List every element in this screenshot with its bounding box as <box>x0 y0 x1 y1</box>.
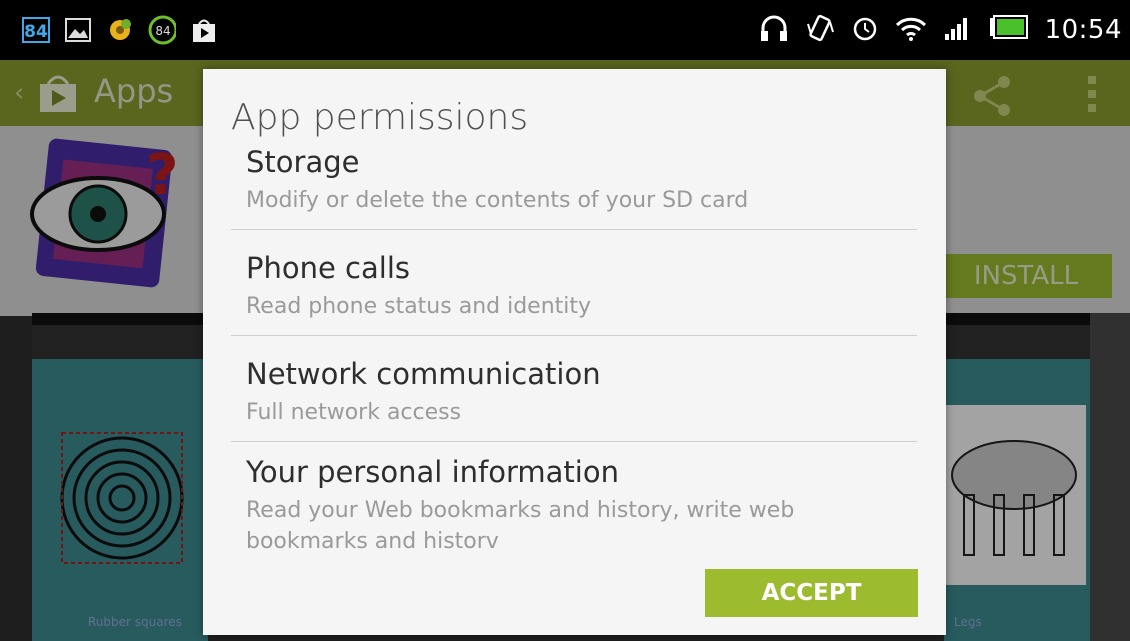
divider <box>231 441 917 442</box>
download-icon: 84 <box>148 15 176 45</box>
battery-icon <box>989 15 1029 45</box>
permission-name: Your personal information <box>246 455 619 489</box>
accept-button[interactable]: ACCEPT <box>705 569 918 617</box>
signal-icon <box>943 14 973 46</box>
clock: 10:54 <box>1044 15 1122 45</box>
alarm-icon <box>851 14 879 46</box>
app-permissions-dialog: App permissions Storage Modify or delete… <box>203 69 946 635</box>
permission-item-storage: Storage Modify or delete the contents of… <box>231 145 917 216</box>
permission-item-network: Network communication Full network acces… <box>231 357 917 428</box>
gear-icon <box>106 17 134 43</box>
dialog-title: App permissions <box>231 97 529 138</box>
permission-description: Modify or delete the contents of your SD… <box>246 188 749 213</box>
permission-description: Read phone status and identity <box>246 294 592 319</box>
svg-text:84: 84 <box>155 24 170 38</box>
wifi-icon <box>895 14 927 46</box>
divider <box>231 229 917 230</box>
image-icon <box>64 17 92 43</box>
permission-name: Network communication <box>246 357 601 391</box>
vibrate-icon <box>805 14 835 46</box>
permission-item-personal-info: Your personal information Read your Web … <box>231 455 917 557</box>
permission-name: Storage <box>246 145 360 179</box>
status-bar: 84 84 10:54 <box>0 0 1130 60</box>
permission-description: Full network access <box>246 400 462 425</box>
divider <box>231 335 917 336</box>
permission-name: Phone calls <box>246 251 410 285</box>
permission-description: Read your Web bookmarks and history, wri… <box>246 498 795 554</box>
play-store-icon <box>190 17 218 43</box>
permission-item-phone-calls: Phone calls Read phone status and identi… <box>231 251 917 322</box>
notification-count-badge: 84 <box>22 17 50 43</box>
headphones-icon <box>759 14 789 46</box>
